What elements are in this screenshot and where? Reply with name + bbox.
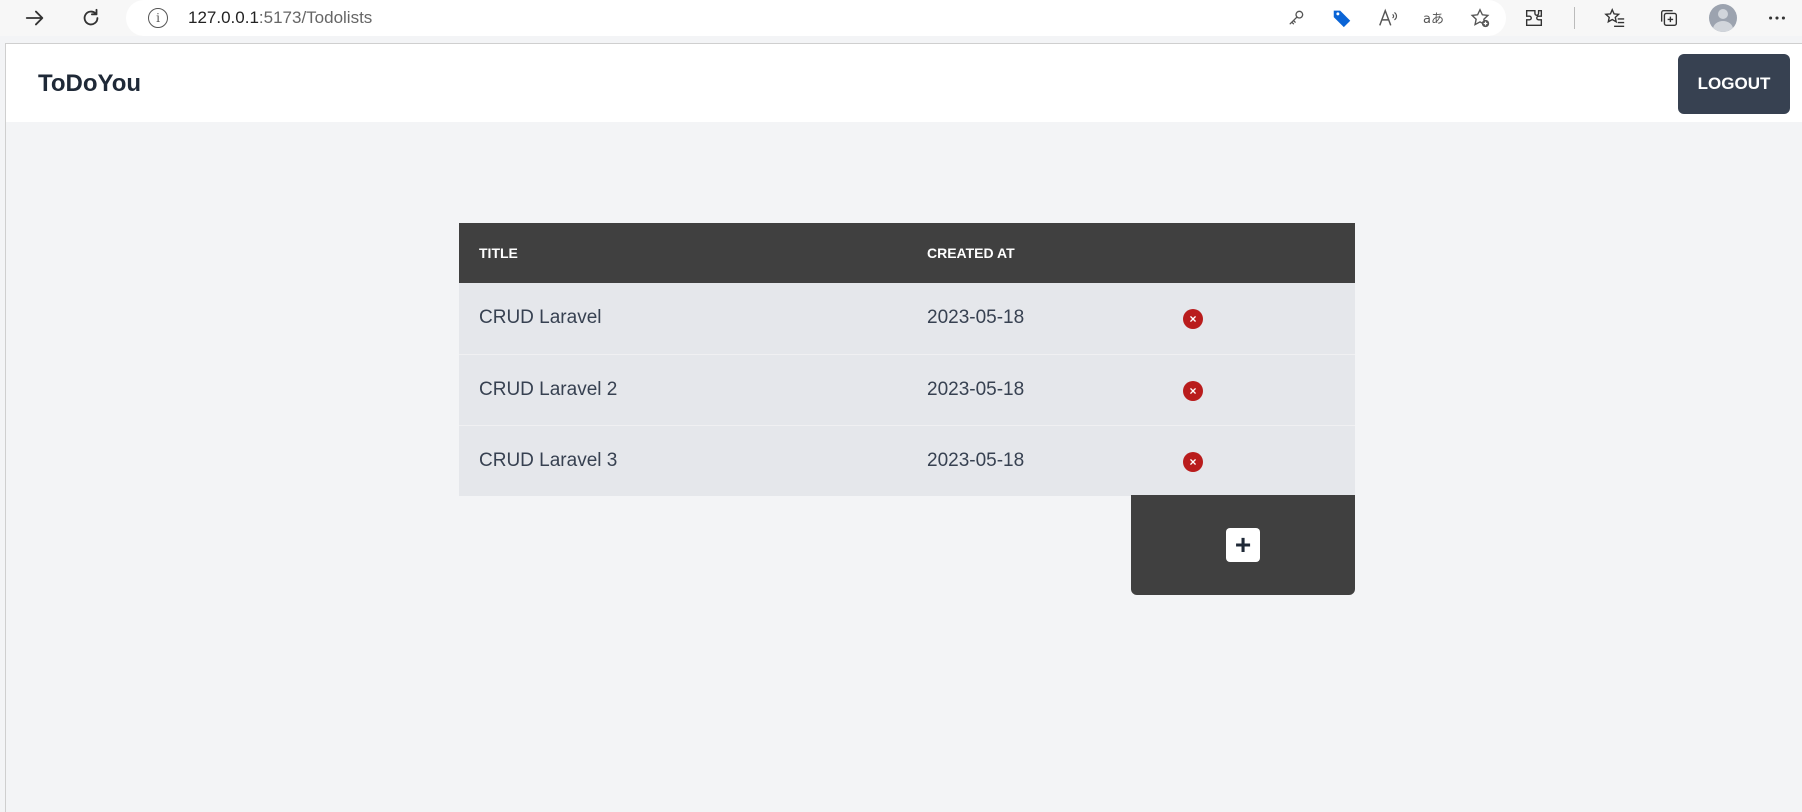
- reload-icon: [83, 8, 99, 26]
- reload-button[interactable]: [73, 0, 109, 36]
- logout-button[interactable]: LOGOUT: [1678, 54, 1790, 114]
- todolists-table: TITLE CREATED AT CRUD Laravel 2023-05-18…: [459, 223, 1355, 496]
- extensions-icon[interactable]: [1520, 4, 1548, 32]
- row-created-at: 2023-05-18: [927, 307, 1025, 329]
- read-aloud-icon[interactable]: [1376, 6, 1400, 30]
- address-bar[interactable]: i 127.0.0.1:5173/Todolists aあ: [126, 0, 1506, 36]
- row-title: CRUD Laravel 2: [479, 378, 618, 400]
- row-actions: ×: [1161, 283, 1355, 354]
- delete-icon[interactable]: ×: [1183, 309, 1203, 330]
- delete-icon[interactable]: ×: [1183, 451, 1203, 472]
- header-actions: [1161, 223, 1355, 283]
- url-path: :5173/Todolists: [258, 8, 373, 27]
- coupon-tag-icon[interactable]: [1330, 6, 1354, 30]
- table-header-row: TITLE CREATED AT: [459, 223, 1355, 283]
- row-created-at: 2023-05-18: [927, 378, 1025, 400]
- toolbar-divider: [1574, 7, 1575, 29]
- delete-icon[interactable]: ×: [1183, 380, 1203, 401]
- add-favorite-icon[interactable]: [1468, 6, 1492, 30]
- more-options-icon[interactable]: [1763, 4, 1791, 32]
- app-header: ToDoYou LOGOUT: [6, 44, 1802, 122]
- forward-button[interactable]: [17, 0, 53, 36]
- brand-title: ToDoYou: [38, 70, 142, 97]
- url-host: 127.0.0.1: [188, 8, 259, 27]
- table-row[interactable]: CRUD Laravel 2023-05-18 ×: [459, 283, 1355, 354]
- row-actions: ×: [1161, 425, 1355, 496]
- collections-icon[interactable]: [1655, 4, 1683, 32]
- key-icon[interactable]: [1284, 6, 1308, 30]
- add-todolist-button[interactable]: +: [1226, 528, 1260, 562]
- row-title: CRUD Laravel: [479, 307, 602, 329]
- forward-arrow-icon: [25, 10, 44, 26]
- table-row[interactable]: CRUD Laravel 3 2023-05-18 ×: [459, 425, 1355, 496]
- browser-toolbar: i 127.0.0.1:5173/Todolists aあ: [0, 0, 1802, 36]
- add-todolist-panel: +: [1131, 495, 1355, 595]
- table-row[interactable]: CRUD Laravel 2 2023-05-18 ×: [459, 354, 1355, 425]
- svg-text:aあ: aあ: [1423, 12, 1444, 27]
- row-title: CRUD Laravel 3: [479, 449, 618, 471]
- todolists-table-container: TITLE CREATED AT CRUD Laravel 2023-05-18…: [459, 223, 1355, 595]
- row-created-at: 2023-05-18: [927, 449, 1025, 471]
- row-actions: ×: [1161, 354, 1355, 425]
- favorites-icon[interactable]: [1601, 4, 1629, 32]
- translate-icon[interactable]: aあ: [1422, 6, 1446, 30]
- profile-avatar[interactable]: [1709, 4, 1737, 32]
- page-viewport: ToDoYou LOGOUT TITLE CREATED AT CRUD Lar…: [5, 43, 1802, 812]
- site-info-icon[interactable]: i: [148, 8, 168, 28]
- header-title: TITLE: [479, 245, 518, 261]
- header-created-at: CREATED AT: [927, 245, 1015, 261]
